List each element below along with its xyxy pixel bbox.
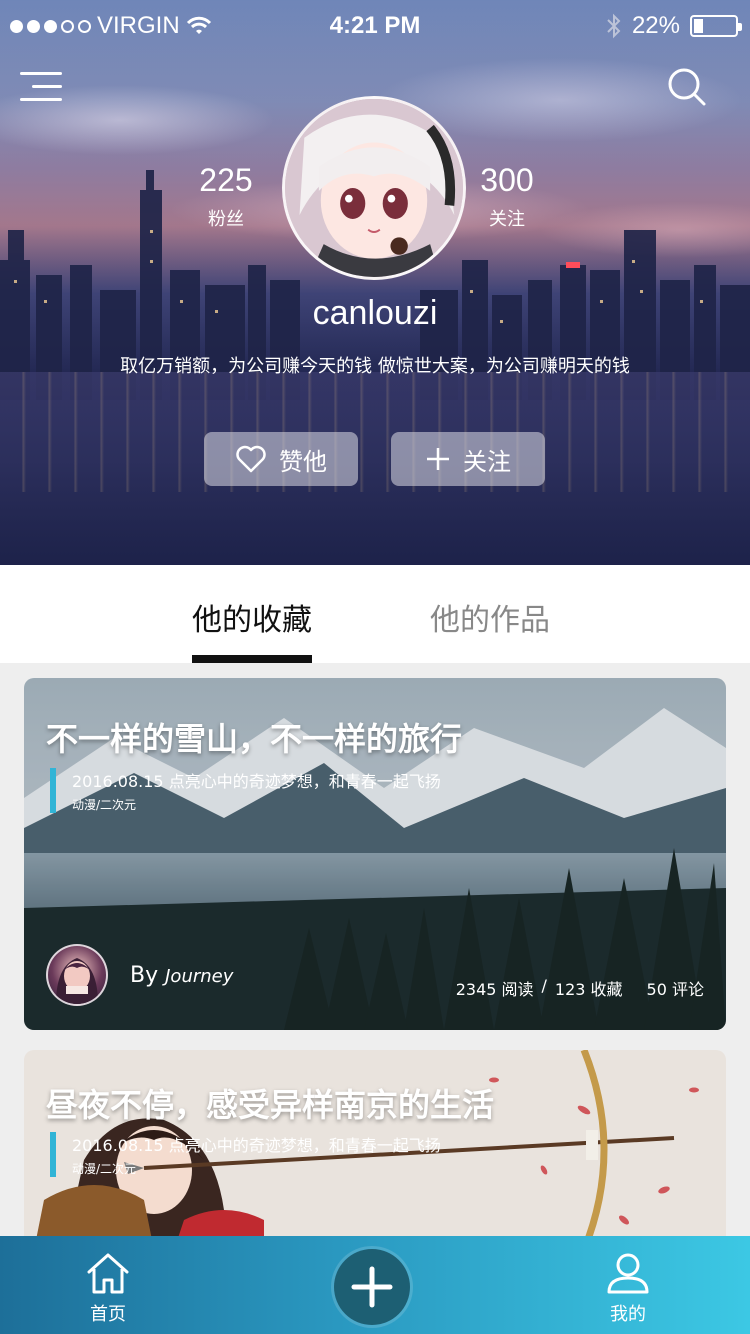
follow-button[interactable]: 关注 — [391, 432, 545, 486]
profile-bio: 取亿万销额，为公司赚今天的钱 做惊世大案，为公司赚明天的钱 — [120, 356, 630, 377]
following-count: 300 — [480, 162, 534, 198]
article-card[interactable]: 不一样的雪山，不一样的旅行 2016.08.15 点亮心中的奇迹梦想，和青春一起… — [24, 678, 726, 1030]
nav-mine[interactable]: 我的 — [588, 1252, 668, 1326]
battery-icon — [690, 15, 742, 37]
card-author[interactable]: By Journey — [46, 944, 233, 1006]
favorite-count: 123 收藏 — [554, 980, 623, 999]
card-title: 不一样的雪山，不一样的旅行 — [46, 720, 463, 758]
card-meta: 2016.08.15 点亮心中的奇迹梦想，和青春一起飞扬 动漫/二次元 — [50, 768, 441, 813]
card-meta: 2016.08.15 点亮心中的奇迹梦想，和青春一起飞扬 动漫/二次元 — [50, 1132, 441, 1177]
following-label: 关注 — [489, 209, 525, 230]
fans-stat[interactable]: 225 粉丝 — [171, 162, 281, 231]
author-prefix: By — [130, 962, 159, 988]
author-avatar-image — [56, 958, 98, 1004]
card-subtitle: 2016.08.15 点亮心中的奇迹梦想，和青春一起飞扬 — [72, 772, 441, 791]
heart-icon — [236, 445, 266, 473]
nav-mine-label: 我的 — [610, 1304, 646, 1325]
menu-icon — [20, 98, 62, 101]
author-avatar[interactable] — [46, 944, 108, 1006]
anime-avatar-image — [285, 99, 463, 277]
card-tag: 动漫/二次元 — [72, 798, 137, 812]
home-icon — [87, 1253, 129, 1294]
tab-favorites[interactable]: 他的收藏 — [192, 595, 312, 639]
search-icon[interactable] — [666, 66, 708, 108]
read-count: 2345 阅读 — [455, 980, 534, 999]
bluetooth-icon — [607, 13, 621, 39]
like-button-label: 赞他 — [279, 447, 327, 476]
profile-username: canlouzi — [312, 294, 438, 332]
like-button[interactable]: 赞他 — [204, 432, 358, 486]
menu-button[interactable] — [20, 70, 62, 106]
author-name: Journey — [165, 965, 234, 987]
fans-count: 225 — [199, 162, 253, 198]
nav-home[interactable]: 首页 — [68, 1252, 148, 1326]
card-subtitle: 2016.08.15 点亮心中的奇迹梦想，和青春一起飞扬 — [72, 1136, 441, 1155]
tab-works[interactable]: 他的作品 — [430, 595, 550, 639]
add-button[interactable] — [334, 1249, 410, 1325]
menu-icon — [32, 85, 62, 88]
active-tab-indicator — [192, 655, 312, 663]
plus-icon — [351, 1266, 393, 1308]
follow-button-label: 关注 — [463, 447, 511, 476]
battery-level — [694, 19, 703, 33]
status-bar: VIRGIN 4:21 PM 22% — [0, 0, 750, 50]
fans-label: 粉丝 — [208, 209, 244, 230]
author-byline: By Journey — [130, 963, 233, 988]
card-title: 昼夜不停，感受异样南京的生活 — [46, 1086, 495, 1124]
article-card[interactable]: 昼夜不停，感受异样南京的生活 2016.08.15 点亮心中的奇迹梦想，和青春一… — [24, 1050, 726, 1250]
user-icon — [607, 1253, 649, 1294]
profile-header-background — [0, 0, 750, 565]
battery-percent: 22% — [631, 12, 680, 39]
plus-icon — [427, 448, 449, 470]
stats-separator: / — [541, 976, 547, 995]
menu-icon — [20, 72, 62, 75]
content-tabs: 他的收藏 他的作品 — [0, 565, 750, 663]
profile-avatar[interactable] — [282, 96, 466, 280]
nav-home-label: 首页 — [90, 1304, 126, 1325]
comment-count: 50 评论 — [646, 980, 704, 999]
card-stats: 2345 阅读 / 123 收藏 50 评论 — [456, 976, 704, 1000]
bottom-navigation: 首页 我的 — [0, 1236, 750, 1334]
following-stat[interactable]: 300 关注 — [452, 162, 562, 231]
light-reflections — [0, 372, 750, 492]
card-tag: 动漫/二次元 — [72, 1162, 137, 1176]
status-right-group: 22% — [606, 12, 742, 40]
